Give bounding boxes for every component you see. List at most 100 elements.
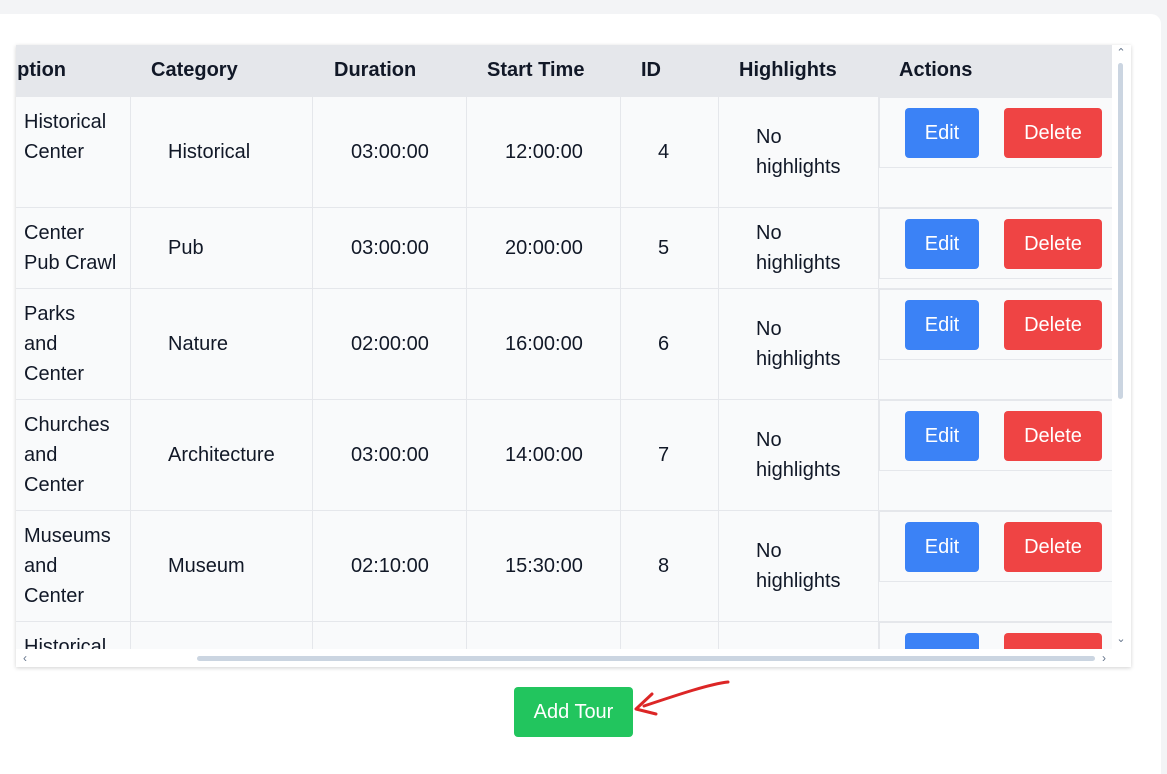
cell-id: 5 [621,208,719,288]
table-header-row: Description Category Duration Start Time… [16,45,1112,97]
actions-group: Edit Delete [879,511,1112,582]
cell-start-time: 12:00:00 [467,97,621,207]
edit-button[interactable]: Edit [905,411,979,461]
edit-button[interactable]: Edit [905,633,979,649]
scroll-left-arrow-icon[interactable]: ‹ [19,651,31,665]
duration-text: 02:00:00 [351,333,429,355]
highlights-line: No [756,222,782,244]
horizontal-scroll-thumb[interactable] [197,656,1095,661]
duration-text: 03:00:00 [351,444,429,466]
cell-actions: Edit Delete [879,289,1112,399]
category-text: Nature [168,333,229,355]
vertical-scroll-thumb[interactable] [1118,63,1123,399]
column-header-id[interactable]: ID [641,45,661,96]
description-line: Center [24,222,85,244]
edit-button[interactable]: Edit [905,522,979,572]
column-header-description[interactable]: Description [16,45,66,96]
description-line: Center [24,141,85,163]
cell-description: Historical [16,622,131,649]
cell-category: Architecture [131,400,313,510]
cell-category [131,622,313,649]
description-line: Parks [24,303,76,325]
duration-text: 03:00:00 [351,237,429,259]
highlights-line: highlights [756,252,841,274]
description-text: Historical Center [24,107,106,167]
cell-start-time: 20:00:00 [467,208,621,288]
description-line: Museums [24,525,111,547]
description-line: Center [24,585,85,607]
annotation-arrow-icon [634,680,730,716]
table-row: Historical Edit Delete [16,622,1112,649]
column-header-highlights[interactable]: Highlights [739,45,837,96]
table-row: Center Pub Crawl Pub 03:00:00 20:00:00 5 [16,208,1112,289]
description-line: Churches [24,414,110,436]
cell-category: Museum [131,511,313,621]
column-header-start-time[interactable]: Start Time [487,45,584,96]
cell-id: 4 [621,97,719,207]
highlights-line: No [756,540,782,562]
delete-button[interactable]: Delete [1004,108,1102,158]
description-line: Historical [24,111,107,133]
id-text: 4 [658,141,670,163]
cell-duration: 03:00:00 [313,97,467,207]
cell-description: Churches and Center [16,400,131,510]
scroll-down-arrow-icon[interactable]: ⌄ [1115,633,1127,645]
description-text: Museums and Center [24,521,111,611]
table-row: Historical Center Historical 03:00:00 12… [16,97,1112,208]
edit-button[interactable]: Edit [905,219,979,269]
table-row: Museums and Center Museum 02:10:00 15:30… [16,511,1112,622]
category-text: Historical [168,141,251,163]
tours-table-viewport: Description Category Duration Start Time… [16,45,1112,649]
highlights-text: No highlights [756,122,841,182]
column-header-category[interactable]: Category [151,45,238,96]
cell-highlights: No highlights [719,289,879,399]
cell-duration: 03:00:00 [313,400,467,510]
actions-group: Edit Delete [879,622,1112,649]
highlights-line: No [756,429,782,451]
cell-actions: Edit Delete [879,622,1112,649]
description-text: Center Pub Crawl [24,218,116,278]
cell-actions: Edit Delete [879,511,1112,621]
tours-table-container: Description Category Duration Start Time… [16,45,1131,667]
highlights-text: No highlights [756,218,841,278]
start-time-text: 20:00:00 [505,237,583,259]
highlights-line: highlights [756,348,841,370]
cell-duration [313,622,467,649]
cell-start-time: 14:00:00 [467,400,621,510]
duration-text: 02:10:00 [351,555,429,577]
cell-actions: Edit Delete [879,97,1112,207]
tours-table: Description Category Duration Start Time… [16,45,1112,649]
scroll-right-arrow-icon[interactable]: › [1098,651,1110,665]
add-tour-button[interactable]: Add Tour [514,687,633,737]
delete-button[interactable]: Delete [1004,522,1102,572]
category-text: Museum [168,555,245,577]
cell-id: 7 [621,400,719,510]
cell-highlights: No highlights [719,511,879,621]
start-time-text: 15:30:00 [505,555,583,577]
description-text: Parks and Center [24,299,84,389]
table-row: Parks and Center Nature 02:00:00 16:00:0… [16,289,1112,400]
id-text: 6 [658,333,670,355]
delete-button[interactable]: Delete [1004,411,1102,461]
horizontal-scrollbar[interactable]: ‹ › [16,649,1112,667]
description-line: and [24,444,58,466]
id-text: 7 [658,444,670,466]
start-time-text: 16:00:00 [505,333,583,355]
scroll-up-arrow-icon[interactable]: ⌃ [1115,47,1127,59]
description-line: and [24,333,58,355]
column-header-duration[interactable]: Duration [334,45,416,96]
delete-button[interactable]: Delete [1004,300,1102,350]
cell-highlights: No highlights [719,208,879,288]
delete-button[interactable]: Delete [1004,633,1102,649]
cell-highlights: No highlights [719,97,879,207]
cell-description: Historical Center [16,97,131,207]
actions-group: Edit Delete [879,208,1112,279]
edit-button[interactable]: Edit [905,300,979,350]
description-text: Historical [24,632,106,649]
edit-button[interactable]: Edit [905,108,979,158]
vertical-scrollbar[interactable]: ⌃ ⌄ [1112,45,1131,649]
description-line: Center [24,474,85,496]
highlights-text: No highlights [756,314,841,374]
cell-start-time: 16:00:00 [467,289,621,399]
delete-button[interactable]: Delete [1004,219,1102,269]
